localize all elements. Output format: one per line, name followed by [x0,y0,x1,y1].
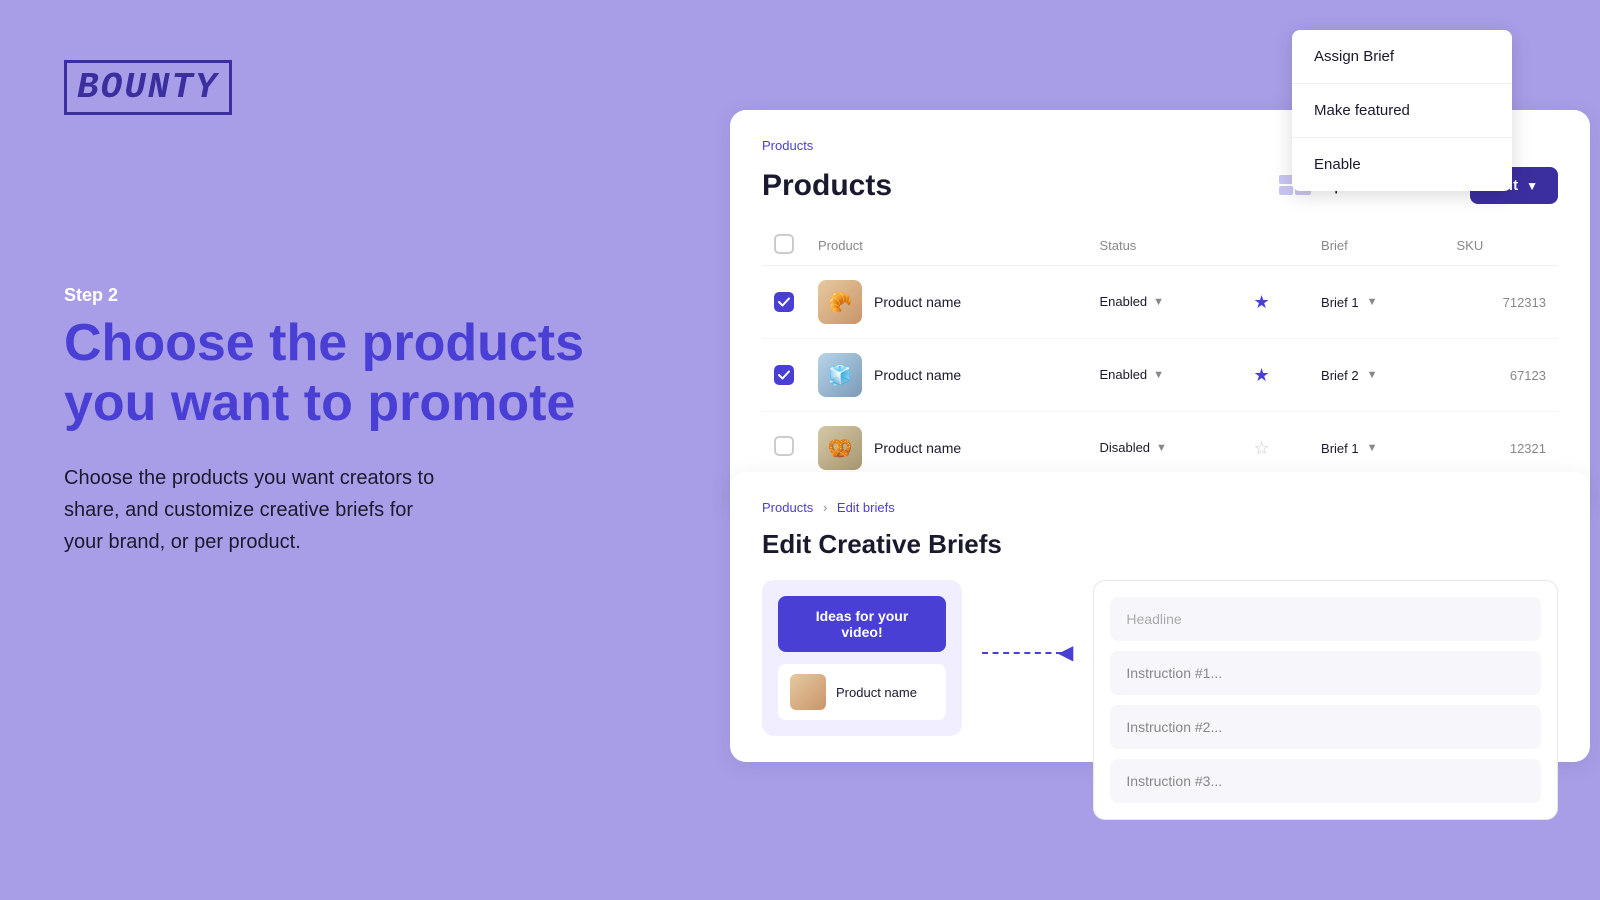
product-name-2: Product name [874,367,961,383]
arrow-head-icon: ◀ [1058,640,1073,665]
status-chevron-1: ▼ [1153,296,1164,308]
status-3: Disabled ▼ [1099,440,1166,455]
brief-instruction-3-field[interactable]: Instruction #3... [1110,759,1541,803]
brief-cell-2: Brief 2 ▼ [1321,368,1432,383]
sub-text: Choose the products you want creators to… [64,462,644,558]
left-panel: BOUNTY Step 2 Choose the products you wa… [64,60,644,558]
brief-cell-3: Brief 1 ▼ [1321,441,1432,456]
right-panel: Assign Brief Make featured Enable Produc… [700,0,1600,900]
brief-chevron-1: ▼ [1367,296,1378,308]
star-2[interactable]: ★ [1253,365,1269,385]
col-status: Status [1087,226,1241,266]
select-all-checkbox[interactable] [774,234,794,254]
sku-2: 67123 [1445,339,1558,412]
col-brief: Brief [1309,226,1444,266]
main-heading: Choose the products you want to promote [64,314,644,434]
logo: BOUNTY [64,60,232,115]
row-1-checkbox[interactable] [774,292,794,312]
bc-products: Products [762,500,813,515]
bc-separator: › [823,500,827,515]
briefs-breadcrumb: Products › Edit briefs [762,500,1558,515]
brief-instruction-1-field[interactable]: Instruction #1... [1110,651,1541,695]
briefs-title: Edit Creative Briefs [762,529,1558,560]
brief-right-panel: Headline Instruction #1... Instruction #… [1093,580,1558,820]
product-thumb-2: 🧊 [818,353,862,397]
brief-product-preview: Product name [778,664,946,720]
products-title: Products [762,169,892,203]
brief-product-name: Product name [836,685,917,700]
brief-chevron-2: ▼ [1367,369,1378,381]
edit-chevron-icon: ▼ [1526,179,1538,193]
product-thumb-1: 🥐 [818,280,862,324]
col-sku: SKU [1445,226,1558,266]
brief-product-thumb [790,674,826,710]
row-2-checkbox[interactable] [774,365,794,385]
dashed-line [982,652,1062,654]
product-thumb-3: 🥨 [818,426,862,470]
dropdown-item-make-featured[interactable]: Make featured [1292,84,1512,138]
row-3-checkbox[interactable] [774,436,794,456]
col-product: Product [806,226,1087,266]
product-cell-3: 🥨 Product name [818,426,1075,470]
table-row: 🧊 Product name Enabled ▼ ★ Brief 2 [762,339,1558,412]
briefs-content: Ideas for your video! Product name ◀ Hea… [762,580,1558,820]
product-cell-1: 🥐 Product name [818,280,1075,324]
star-3[interactable]: ☆ [1253,438,1269,458]
dropdown-menu: Assign Brief Make featured Enable [1292,30,1512,191]
product-cell-2: 🧊 Product name [818,353,1075,397]
brief-headline-field[interactable]: Headline [1110,597,1541,641]
status-2: Enabled ▼ [1099,367,1164,382]
star-1[interactable]: ★ [1253,292,1269,312]
brief-instruction-2-field[interactable]: Instruction #2... [1110,705,1541,749]
product-name-3: Product name [874,440,961,456]
dropdown-item-enable[interactable]: Enable [1292,138,1512,191]
status-1: Enabled ▼ [1099,294,1164,309]
table-row: 🥐 Product name Enabled ▼ ★ Brief 1 [762,266,1558,339]
briefs-card: Products › Edit briefs Edit Creative Bri… [730,472,1590,762]
col-brief-header [1241,226,1309,266]
product-name-1: Product name [874,294,961,310]
brief-cell-1: Brief 1 ▼ [1321,295,1432,310]
arrow-connector: ◀ [982,640,1073,665]
status-chevron-3: ▼ [1156,442,1167,454]
step-label: Step 2 [64,285,644,306]
status-chevron-2: ▼ [1153,369,1164,381]
products-table: Product Status Brief SKU � [762,226,1558,484]
brief-chevron-3: ▼ [1367,442,1378,454]
sku-1: 712313 [1445,266,1558,339]
dropdown-item-assign-brief[interactable]: Assign Brief [1292,30,1512,84]
brief-left-panel: Ideas for your video! Product name [762,580,962,736]
brief-cta-button[interactable]: Ideas for your video! [778,596,946,652]
bc-edit: Edit briefs [837,500,895,515]
